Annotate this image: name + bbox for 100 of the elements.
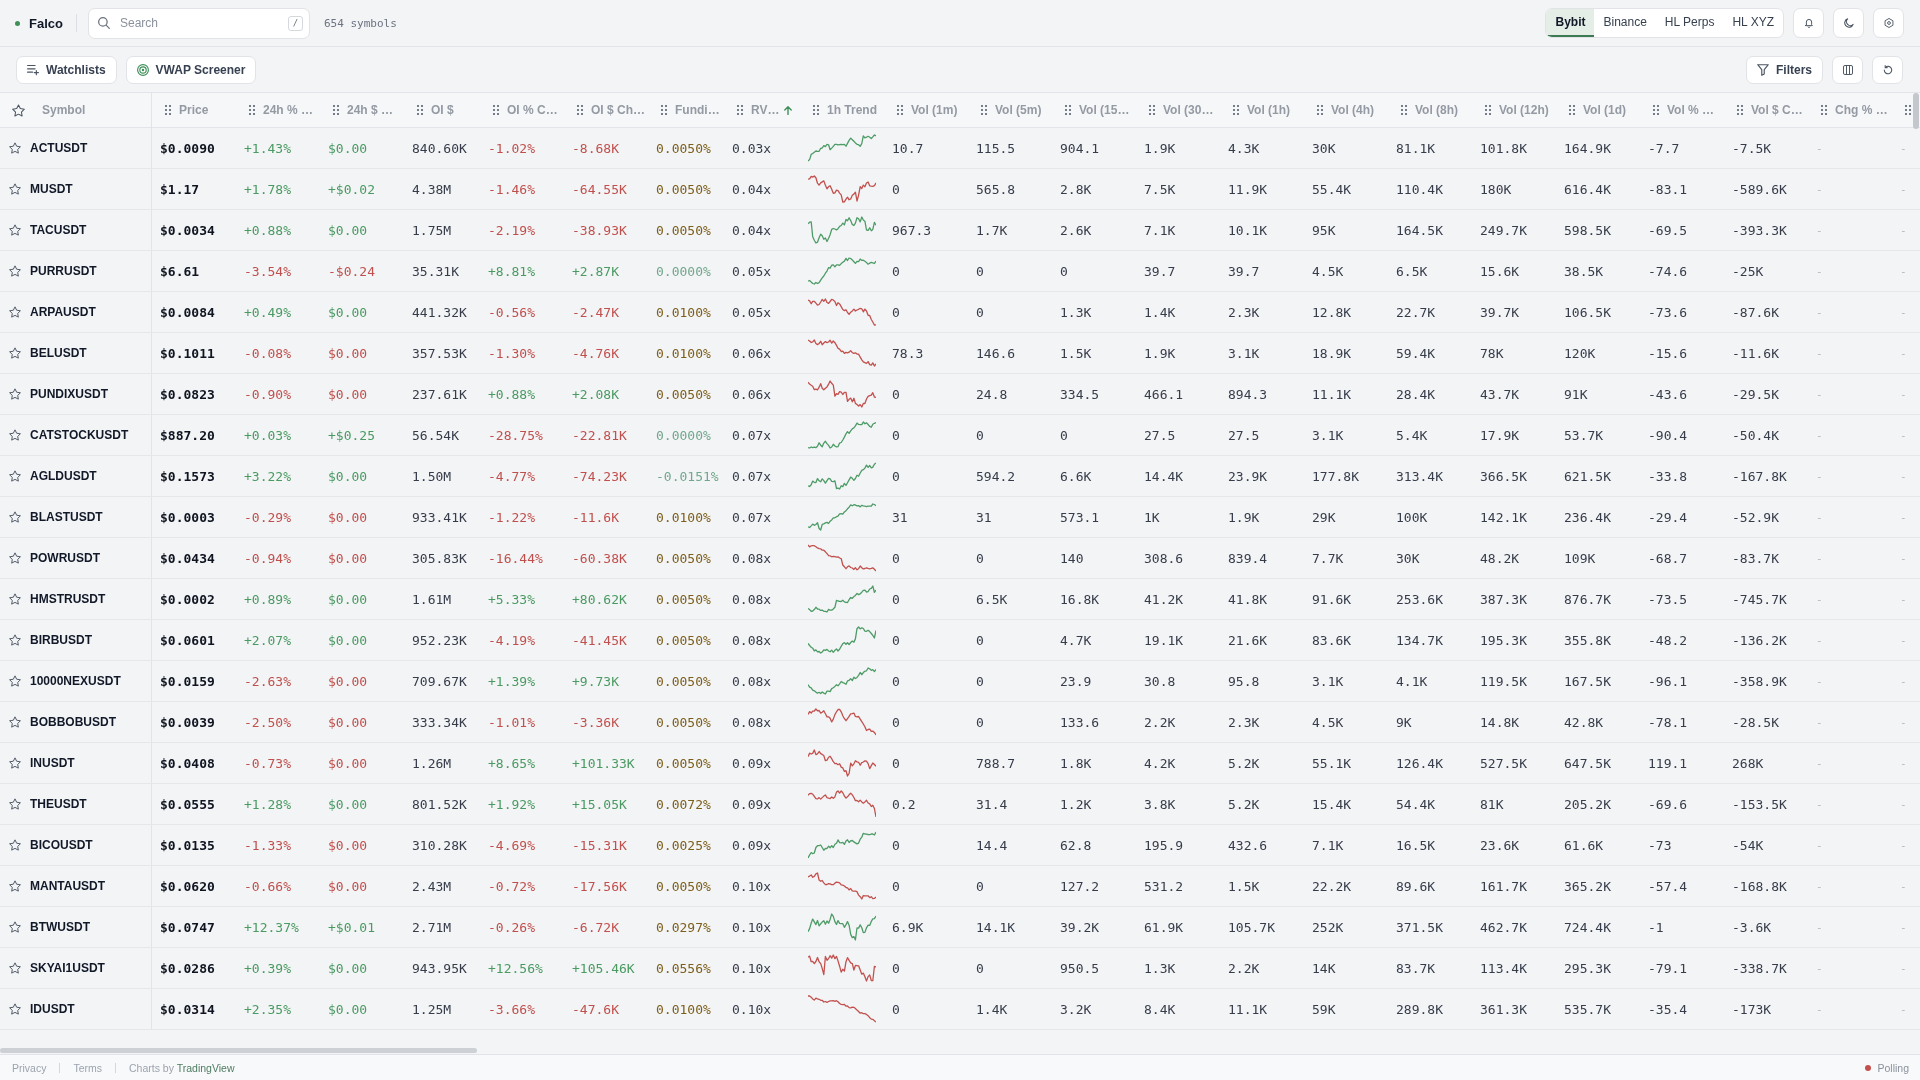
star-icon[interactable] (9, 347, 21, 359)
star-icon[interactable] (9, 1003, 21, 1015)
drag-handle-icon[interactable] (897, 105, 903, 115)
toolbar-button[interactable]: VWAP Screener (125, 55, 257, 84)
columns-button[interactable] (1832, 55, 1863, 84)
star-icon[interactable] (12, 103, 25, 117)
star-icon[interactable] (9, 593, 21, 605)
column-header[interactable]: OI % C… (507, 103, 558, 117)
column-header[interactable]: Vol (1h) (1247, 103, 1291, 117)
star-icon[interactable] (9, 388, 21, 400)
drag-handle-icon[interactable] (1233, 105, 1239, 115)
table-cell-text: 15.4K (1311, 795, 1353, 814)
bell-button[interactable] (1793, 8, 1824, 38)
column-header[interactable]: 24h $ … (347, 103, 394, 117)
drag-handle-icon[interactable] (1149, 105, 1155, 115)
column-header[interactable]: OI $ Ch… (591, 103, 645, 117)
drag-handle-icon[interactable] (417, 105, 423, 115)
star-icon[interactable] (9, 429, 21, 441)
exchange-tab[interactable]: HL Perps (1655, 9, 1724, 37)
star-icon[interactable] (9, 757, 21, 769)
table-cell-text: - (1815, 386, 1824, 403)
drag-handle-icon[interactable] (1737, 105, 1743, 115)
table-cell-text: 11.1K (1311, 385, 1353, 404)
star-icon[interactable] (9, 880, 21, 892)
filters-button[interactable]: Filters (1746, 55, 1823, 84)
table-cell-text: -52.9K (1731, 508, 1780, 527)
table-cell-text: 594.2 (975, 467, 1017, 486)
star-icon[interactable] (9, 798, 21, 810)
column-header[interactable]: Vol (4h) (1331, 103, 1375, 117)
table-cell-text: 0.0100% (655, 303, 712, 322)
star-icon[interactable] (9, 675, 21, 687)
table-cell-text: 1K (1143, 508, 1161, 527)
scrollbar-thumb[interactable] (0, 1048, 477, 1053)
drag-handle-icon[interactable] (165, 105, 171, 115)
drag-handle-icon[interactable] (249, 105, 255, 115)
table-cell-text: - (1815, 345, 1824, 362)
column-header[interactable]: Chg % … (1835, 103, 1888, 117)
column-header[interactable]: Price (179, 103, 209, 117)
column-header[interactable]: 1h Trend (827, 103, 877, 117)
star-icon[interactable] (9, 142, 21, 154)
star-icon[interactable] (9, 511, 21, 523)
scrollbar-thumb[interactable] (1913, 93, 1919, 129)
table-cell-text: -35.4 (1647, 1000, 1689, 1019)
settings-button[interactable] (1873, 8, 1904, 38)
column-header[interactable]: 24h % … (263, 103, 313, 117)
drag-handle-icon[interactable] (1905, 105, 1911, 115)
drag-handle-icon[interactable] (1653, 105, 1659, 115)
toolbar-button[interactable]: Watchlists (16, 55, 117, 84)
column-header[interactable]: Vol (30… (1163, 103, 1214, 117)
column-header[interactable]: Vol (8h) (1415, 103, 1459, 117)
column-header[interactable]: Vol % … (1667, 103, 1715, 117)
star-icon[interactable] (9, 265, 21, 277)
star-icon[interactable] (9, 839, 21, 851)
drag-handle-icon[interactable] (737, 105, 743, 115)
column-header[interactable]: Vol (5m) (995, 103, 1042, 117)
drag-handle-icon[interactable] (1569, 105, 1575, 115)
table-cell-text: -11.6K (571, 508, 620, 527)
exchange-tab[interactable]: HL XYZ (1723, 9, 1783, 37)
exchange-tab[interactable]: Bybit (1546, 9, 1595, 37)
footer-link[interactable]: Terms (73, 1061, 103, 1074)
column-header[interactable]: OI $ (431, 103, 454, 117)
column-header[interactable]: Vol (15… (1079, 103, 1130, 117)
drag-handle-icon[interactable] (1485, 105, 1491, 115)
drag-handle-icon[interactable] (1821, 105, 1827, 115)
refresh-button[interactable] (1872, 55, 1903, 84)
exchange-tab[interactable]: Binance (1594, 9, 1656, 37)
drag-handle-icon[interactable] (813, 105, 819, 115)
column-header[interactable]: Fundi… (675, 103, 720, 117)
drag-handle-icon[interactable] (1317, 105, 1323, 115)
star-icon[interactable] (9, 306, 21, 318)
drag-handle-icon[interactable] (333, 105, 339, 115)
star-icon[interactable] (9, 962, 21, 974)
star-icon[interactable] (9, 552, 21, 564)
column-header[interactable]: Symbol (42, 103, 86, 117)
table-cell-text: +2.08K (571, 385, 620, 404)
table-cell-text: 839.4 (1227, 549, 1269, 568)
column-header[interactable]: Vol (12h) (1499, 103, 1549, 117)
table-cell-text: 573.1 (1059, 508, 1101, 527)
moon-button[interactable] (1833, 8, 1864, 38)
drag-handle-icon[interactable] (661, 105, 667, 115)
column-header[interactable]: Vol (1m) (911, 103, 958, 117)
footer-link[interactable]: Privacy (12, 1061, 47, 1074)
credit-link[interactable]: TradingView (176, 1061, 235, 1074)
drag-handle-icon[interactable] (1065, 105, 1071, 115)
drag-handle-icon[interactable] (493, 105, 499, 115)
drag-handle-icon[interactable] (981, 105, 987, 115)
star-icon[interactable] (9, 224, 21, 236)
star-icon[interactable] (9, 634, 21, 646)
drag-handle-icon[interactable] (577, 105, 583, 115)
table-cell-text: -15.6 (1647, 344, 1689, 363)
star-icon[interactable] (9, 921, 21, 933)
column-header[interactable]: Vol $ C… (1751, 103, 1803, 117)
star-icon[interactable] (9, 470, 21, 482)
drag-handle-icon[interactable] (1401, 105, 1407, 115)
table-cell-text: - (1815, 591, 1824, 608)
star-icon[interactable] (9, 716, 21, 728)
column-header[interactable]: Vol (1d) (1583, 103, 1627, 117)
column-header[interactable]: RV… (751, 103, 793, 117)
table-cell-text: 61.9K (1143, 918, 1185, 937)
star-icon[interactable] (9, 183, 21, 195)
